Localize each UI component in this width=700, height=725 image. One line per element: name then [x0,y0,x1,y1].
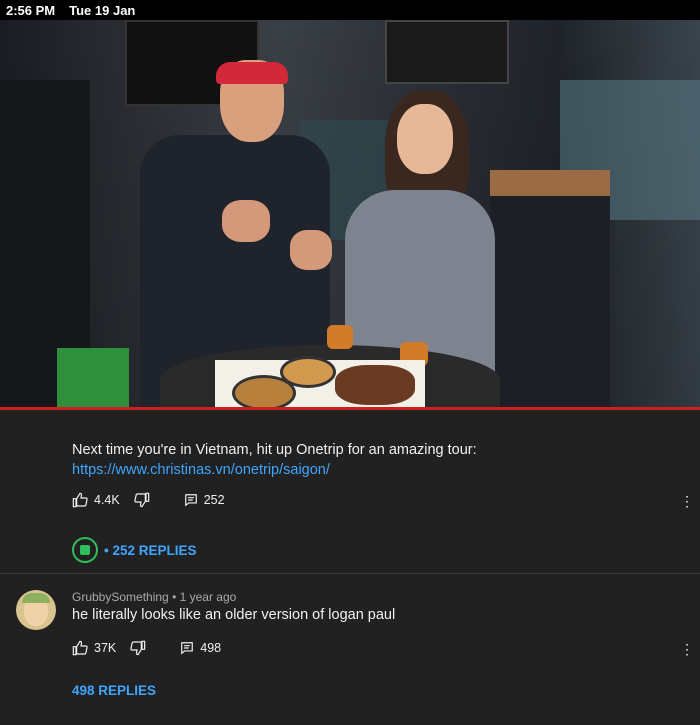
video-crate [57,348,129,410]
thumbs-up-icon [72,492,88,508]
thumbs-up-icon [72,640,88,656]
avatar[interactable] [16,590,56,630]
video-food [335,365,415,405]
more-options-icon[interactable]: ⋮ [680,493,694,509]
comment-author[interactable]: GrubbySomething [72,590,169,604]
comment-icon [181,642,194,655]
dislike-button[interactable] [130,640,146,656]
divider [0,573,700,574]
description-actions: 4.4K 252 [72,492,239,508]
replies-label: 498 REPLIES [72,683,157,698]
creator-badge-icon [72,537,98,563]
comment-text: he literally looks like an older version… [72,607,396,623]
view-replies-button[interactable]: • 252 REPLIES [72,537,197,563]
comment-actions: 37K 498 [72,640,235,656]
description-body: Next time you're in Vietnam, hit up Onet… [72,442,477,458]
view-replies-button[interactable]: 498 REPLIES [72,683,156,698]
video-food [280,356,336,388]
status-date: Tue 19 Jan [69,2,136,18]
like-count: 37K [94,641,117,655]
like-count: 4.4K [94,493,120,507]
video-cup [327,325,353,349]
like-button[interactable]: 37K [72,640,116,656]
replies-label: • 252 REPLIES [104,542,197,558]
video-player[interactable] [0,20,700,410]
like-button[interactable]: 4.4K [72,492,120,508]
description-text: Next time you're in Vietnam, hit up Onet… [72,440,682,480]
comment-icon [184,494,197,507]
reply-count: 498 [200,641,222,655]
status-time: 2:56 PM [6,2,56,18]
comment-time: • 1 year ago [172,590,237,604]
status-bar: 2:56 PM Tue 19 Jan [0,0,700,20]
reply-button[interactable]: 252 [184,493,225,507]
more-options-icon[interactable]: ⋮ [680,641,694,657]
dislike-button[interactable] [134,492,150,508]
reply-count: 252 [203,493,225,507]
description-link[interactable]: https://www.christinas.vn/onetrip/saigon… [72,462,330,478]
video-hood [385,20,509,84]
reply-button[interactable]: 498 [180,641,221,655]
video-chair [490,170,610,410]
video-progress-bar[interactable] [0,407,700,410]
thumbs-down-icon [130,640,146,656]
thumbs-down-icon [134,492,149,508]
comment-meta: GrubbySomething • 1 year ago [72,590,236,604]
